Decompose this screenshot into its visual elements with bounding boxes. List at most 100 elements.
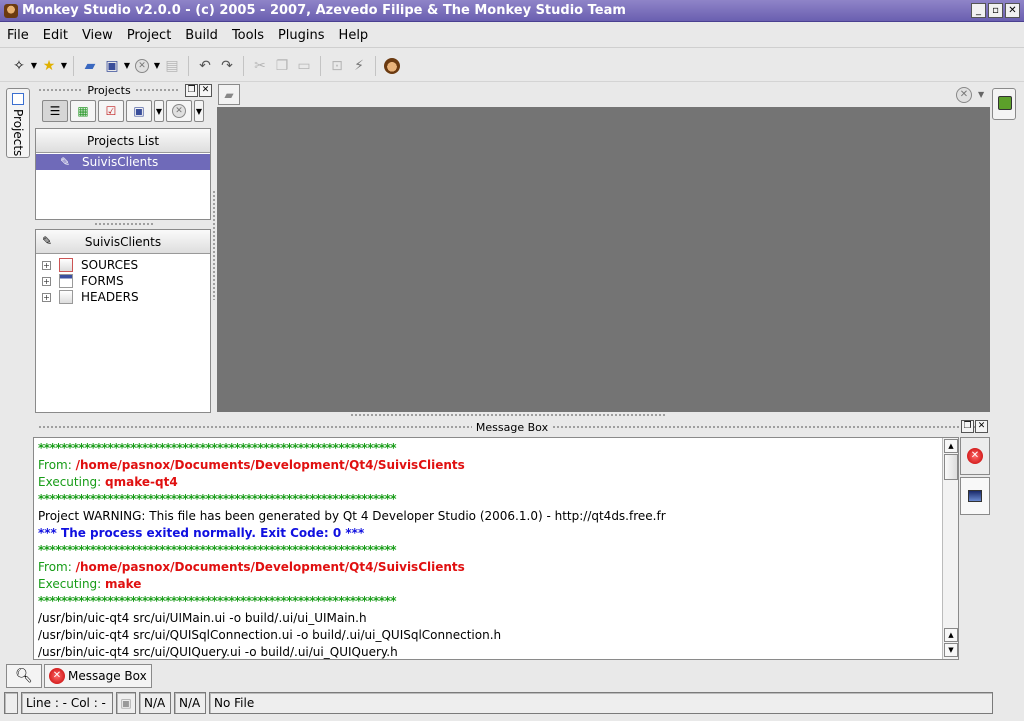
project-tree-header[interactable]: ✎ SuivisClients bbox=[36, 230, 210, 254]
open-folder-icon[interactable]: ▰ bbox=[218, 84, 240, 105]
scroll-down-button[interactable]: ▼ bbox=[944, 643, 958, 657]
message-line: Project WARNING: This file has been gene… bbox=[38, 509, 666, 523]
close-window-button[interactable]: ✕ bbox=[1005, 3, 1020, 18]
favorite-star-icon[interactable]: ★ bbox=[38, 55, 60, 77]
sources-file-icon bbox=[59, 258, 73, 272]
save-icon[interactable]: ▣ bbox=[101, 55, 123, 77]
tree-item-sources[interactable]: + SOURCES bbox=[36, 257, 210, 273]
message-output[interactable]: ****************************************… bbox=[33, 437, 959, 660]
dock-grip[interactable] bbox=[552, 424, 986, 430]
build-icon[interactable]: ⚡ bbox=[348, 55, 370, 77]
message-box-side-tabs: ✕ bbox=[960, 437, 990, 661]
close-project-icon[interactable]: ✕ bbox=[166, 100, 192, 122]
projects-side-tab[interactable]: Projects bbox=[6, 88, 30, 158]
minimize-button[interactable]: _ bbox=[971, 3, 986, 18]
close-dock-button[interactable]: ✕ bbox=[199, 83, 212, 97]
projects-dock: Projects ❐ ✕ ☰ ▦ ☑ ▣ ▼ ✕ ▼ Projects List… bbox=[34, 83, 212, 413]
status-field-2: N/A bbox=[174, 692, 206, 714]
menu-help[interactable]: Help bbox=[332, 28, 376, 43]
projects-icon bbox=[12, 93, 24, 105]
search-replace-icon[interactable]: ⊡ bbox=[326, 55, 348, 77]
save-project-icon[interactable]: ▣ bbox=[126, 100, 152, 122]
errors-tab[interactable]: ✕ bbox=[960, 437, 990, 475]
output-tab[interactable] bbox=[960, 477, 990, 515]
tree-view-icon[interactable]: ▦ bbox=[70, 100, 96, 122]
console-icon bbox=[968, 490, 982, 502]
tree-item-forms[interactable]: + FORMS bbox=[36, 273, 210, 289]
message-box-tab-label: Message Box bbox=[68, 669, 147, 683]
open-folder-icon[interactable]: ▰ bbox=[79, 55, 101, 77]
save-status-icon: ▣ bbox=[116, 692, 136, 714]
splitter-handle[interactable] bbox=[350, 413, 665, 417]
current-file: No File bbox=[209, 692, 993, 714]
toolbar-separator bbox=[375, 55, 376, 76]
scrollbar-thumb[interactable] bbox=[944, 454, 958, 480]
toolbar-separator bbox=[320, 55, 321, 76]
maximize-button[interactable]: ▫ bbox=[988, 3, 1003, 18]
monkey-icon[interactable] bbox=[381, 55, 403, 77]
workspace-area[interactable] bbox=[217, 107, 990, 412]
message-line: *** The process exited normally. Exit Co… bbox=[38, 526, 365, 540]
list-view-icon[interactable]: ☰ bbox=[42, 100, 68, 122]
splitter-handle[interactable] bbox=[94, 222, 154, 227]
dock-grip[interactable] bbox=[38, 87, 84, 93]
tool-icon bbox=[998, 96, 1012, 110]
chevron-down-icon[interactable]: ▼ bbox=[30, 55, 38, 77]
workspace-tabbar: ▰ ✕ ▼ bbox=[216, 83, 990, 107]
copy-icon[interactable]: ❐ bbox=[271, 55, 293, 77]
print-icon[interactable]: ▤ bbox=[161, 55, 183, 77]
menu-project[interactable]: Project bbox=[120, 28, 178, 43]
splitter-handle[interactable] bbox=[212, 190, 216, 300]
new-icon[interactable]: ✧ bbox=[8, 55, 30, 77]
title-bar: Monkey Studio v2.0.0 - (c) 2005 - 2007, … bbox=[0, 0, 1024, 22]
menu-view[interactable]: View bbox=[75, 28, 120, 43]
chevron-down-icon[interactable]: ▼ bbox=[194, 100, 204, 122]
menu-file[interactable]: File bbox=[0, 28, 36, 43]
message-line: Executing: qmake-qt4 bbox=[38, 475, 178, 489]
close-icon[interactable]: ✕ bbox=[131, 55, 153, 77]
error-icon: ✕ bbox=[49, 668, 65, 684]
scroll-up-button[interactable]: ▲ bbox=[944, 439, 958, 453]
scroll-up-button[interactable]: ▲ bbox=[944, 628, 958, 642]
message-box-tab[interactable]: ✕ Message Box bbox=[44, 664, 152, 688]
search-tab[interactable]: 🔍︎ bbox=[6, 664, 42, 688]
project-list-item-label: SuivisClients bbox=[82, 155, 159, 169]
chevron-down-icon[interactable]: ▼ bbox=[153, 55, 161, 77]
vertical-scrollbar[interactable]: ▲ ▲ ▼ bbox=[942, 438, 958, 659]
chevron-down-icon[interactable]: ▼ bbox=[123, 55, 131, 77]
paste-icon[interactable]: ▭ bbox=[293, 55, 315, 77]
chevron-down-icon[interactable]: ▼ bbox=[60, 55, 68, 77]
tree-item-headers[interactable]: + HEADERS bbox=[36, 289, 210, 305]
chevron-down-icon[interactable]: ▼ bbox=[978, 84, 988, 105]
expand-icon[interactable]: + bbox=[42, 260, 51, 270]
project-list-item[interactable]: ✎ SuivisClients bbox=[36, 154, 210, 170]
status-bar: Line : - Col : - ▣ N/A N/A No File bbox=[4, 692, 1020, 716]
status-field-1: N/A bbox=[139, 692, 171, 714]
message-line: ****************************************… bbox=[38, 594, 397, 608]
toolbar-separator bbox=[243, 55, 244, 76]
redo-icon[interactable]: ↷ bbox=[216, 55, 238, 77]
message-line: ****************************************… bbox=[38, 441, 397, 455]
projects-list-header[interactable]: Projects List bbox=[36, 129, 210, 153]
menu-tools[interactable]: Tools bbox=[225, 28, 271, 43]
dock-grip[interactable] bbox=[134, 87, 180, 93]
projects-dock-title-label: Projects bbox=[87, 83, 131, 97]
close-dock-button[interactable]: ✕ bbox=[975, 420, 988, 433]
dock-grip[interactable] bbox=[38, 424, 472, 430]
message-line: /usr/bin/uic-qt4 src/ui/QUIQuery.ui -o b… bbox=[38, 645, 398, 659]
close-document-icon[interactable]: ✕ bbox=[952, 84, 976, 105]
message-line: From: /home/pasnox/Documents/Development… bbox=[38, 458, 465, 472]
float-dock-button[interactable]: ❐ bbox=[961, 420, 974, 433]
undo-icon[interactable]: ↶ bbox=[194, 55, 216, 77]
project-settings-icon[interactable]: ☑ bbox=[98, 100, 124, 122]
cut-icon[interactable]: ✂ bbox=[249, 55, 271, 77]
expand-icon[interactable]: + bbox=[42, 292, 51, 302]
menu-edit[interactable]: Edit bbox=[36, 28, 75, 43]
menu-plugins[interactable]: Plugins bbox=[271, 28, 332, 43]
float-dock-button[interactable]: ❐ bbox=[185, 83, 198, 97]
expand-icon[interactable]: + bbox=[42, 276, 51, 286]
chevron-down-icon[interactable]: ▼ bbox=[154, 100, 164, 122]
projects-dock-title: Projects ❐ ✕ bbox=[34, 83, 212, 97]
menu-build[interactable]: Build bbox=[178, 28, 225, 43]
right-side-tab[interactable] bbox=[992, 88, 1016, 120]
